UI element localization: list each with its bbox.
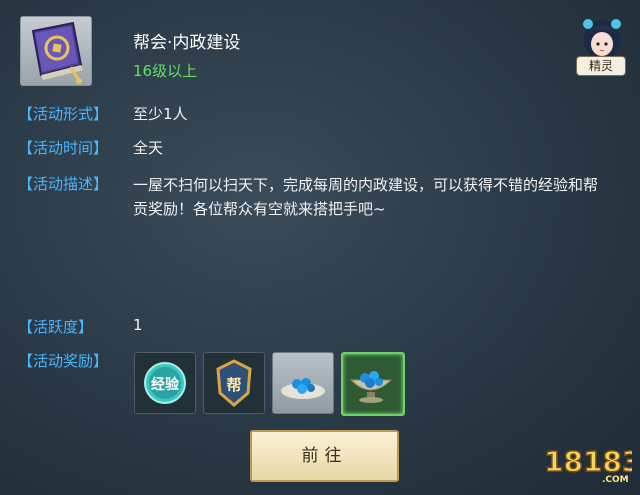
activity-title: 帮会·内政建设 xyxy=(133,33,241,53)
sprite-label[interactable]: 精灵 xyxy=(576,56,626,76)
activity-detail-panel: 帮会·内政建设 16级以上 精灵 【活动形式】 至少1人 【活动时间】 全天 【… xyxy=(0,0,640,495)
activity-level-label: 【活跃度】 xyxy=(18,318,94,336)
level-requirement: 16级以上 xyxy=(133,62,198,80)
experience-orb-icon: 经验 xyxy=(144,362,186,404)
blue-beads-bowl-icon xyxy=(349,371,393,403)
activity-form-label: 【活动形式】 xyxy=(18,105,109,123)
activity-icon-slot xyxy=(20,16,92,86)
activity-time-value: 全天 xyxy=(133,139,164,157)
goto-button[interactable]: 前往 xyxy=(250,430,399,482)
activity-level-value: 1 xyxy=(133,316,143,334)
reward-guild-text: 帮 xyxy=(226,376,241,394)
activity-form-value: 至少1人 xyxy=(133,105,188,123)
blue-beads-plate-icon xyxy=(281,378,325,399)
reward-beads-plate[interactable] xyxy=(272,352,334,414)
site-watermark-logo: 18183 .COM xyxy=(540,435,640,485)
watermark-logo-text: 18183 xyxy=(544,445,632,478)
activity-desc-label: 【活动描述】 xyxy=(18,175,109,193)
reward-guild-contribution[interactable]: 帮 xyxy=(203,352,265,414)
background-decor xyxy=(355,40,407,59)
activity-desc-value: 一屋不扫何以扫天下，完成每周的内政建设，可以获得不错的经验和帮贡奖励！各位帮众有… xyxy=(133,176,599,218)
spellbook-icon xyxy=(31,21,83,84)
reward-beads-bowl[interactable] xyxy=(341,352,405,416)
watermark-logo-sub: .COM xyxy=(602,475,629,485)
activity-reward-label: 【活动奖励】 xyxy=(18,352,109,370)
reward-experience-text: 经验 xyxy=(151,376,180,393)
guild-contribution-badge-icon: 帮 xyxy=(216,359,252,407)
reward-experience[interactable]: 经验 xyxy=(134,352,196,414)
activity-time-label: 【活动时间】 xyxy=(18,139,109,157)
